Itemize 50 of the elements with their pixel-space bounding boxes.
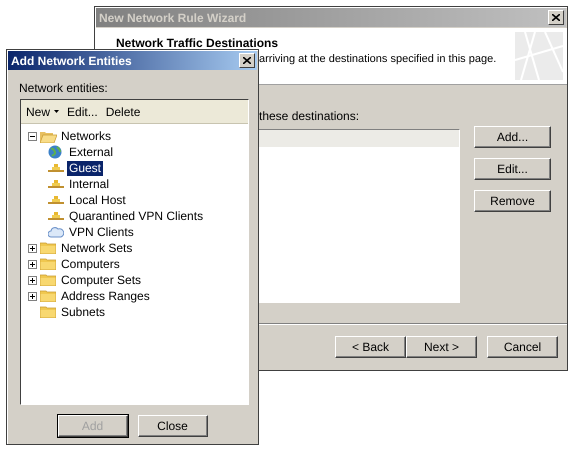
expand-icon[interactable]: [28, 260, 37, 268]
globe-icon: [48, 145, 62, 159]
network-icon: [48, 195, 64, 205]
side-button[interactable]: Edit...: [474, 158, 551, 180]
page-description: arriving at the destinations specified in this page.: [259, 53, 496, 65]
side-button[interactable]: Add...: [474, 126, 551, 148]
collapse-icon[interactable]: [28, 132, 37, 140]
tree-item[interactable]: Address Ranges: [59, 288, 152, 304]
toolbar-button[interactable]: Edit...: [64, 104, 101, 118]
folder-icon: [40, 274, 56, 286]
tree-item[interactable]: Network Sets: [59, 240, 134, 256]
network-icon: [48, 211, 64, 221]
cloud-icon: [48, 226, 64, 238]
folder-icon: [40, 258, 56, 270]
toolbar-button[interactable]: New: [23, 104, 62, 118]
nav-button[interactable]: Next >: [406, 336, 477, 358]
folder-icon: [40, 306, 56, 318]
tree-item[interactable]: Networks: [59, 128, 114, 144]
tree-item[interactable]: Computer Sets: [59, 272, 144, 288]
close-icon: [552, 14, 560, 21]
folder-icon: [40, 242, 56, 254]
list-label: these destinations:: [259, 109, 360, 123]
window-title: New Network Rule Wizard: [99, 10, 246, 24]
tree-item[interactable]: Computers: [59, 256, 122, 272]
nav-button[interactable]: Cancel: [487, 336, 558, 358]
close-button[interactable]: [548, 10, 564, 25]
page-heading: Network Traffic Destinations: [116, 36, 280, 50]
open-folder-icon: [40, 130, 57, 142]
expand-icon[interactable]: [28, 292, 37, 300]
nav-button[interactable]: < Back: [335, 336, 406, 358]
expand-icon[interactable]: [28, 276, 37, 284]
tree-item[interactable]: External: [67, 144, 116, 160]
folder-icon: [40, 290, 56, 302]
dropdown-icon: [54, 110, 60, 113]
side-button[interactable]: Remove: [474, 190, 551, 212]
tree-item[interactable]: Local Host: [67, 192, 128, 208]
tree-item[interactable]: Quarantined VPN Clients: [67, 208, 206, 224]
network-icon: [48, 179, 64, 189]
expand-icon[interactable]: [28, 244, 37, 252]
entities-label: Network entities:: [19, 81, 108, 95]
tree-item[interactable]: VPN Clients: [67, 224, 136, 240]
close-icon: [243, 57, 251, 64]
window-title: Add Network Entities: [11, 54, 132, 68]
dialog-button[interactable]: Close: [138, 415, 208, 437]
tree-item[interactable]: Guest: [67, 160, 104, 176]
close-button[interactable]: [239, 53, 255, 68]
network-icon: [48, 163, 64, 173]
toolbar-button[interactable]: Delete: [102, 104, 144, 118]
tree-item[interactable]: Internal: [67, 176, 112, 192]
tree-item[interactable]: Subnets: [59, 304, 108, 320]
